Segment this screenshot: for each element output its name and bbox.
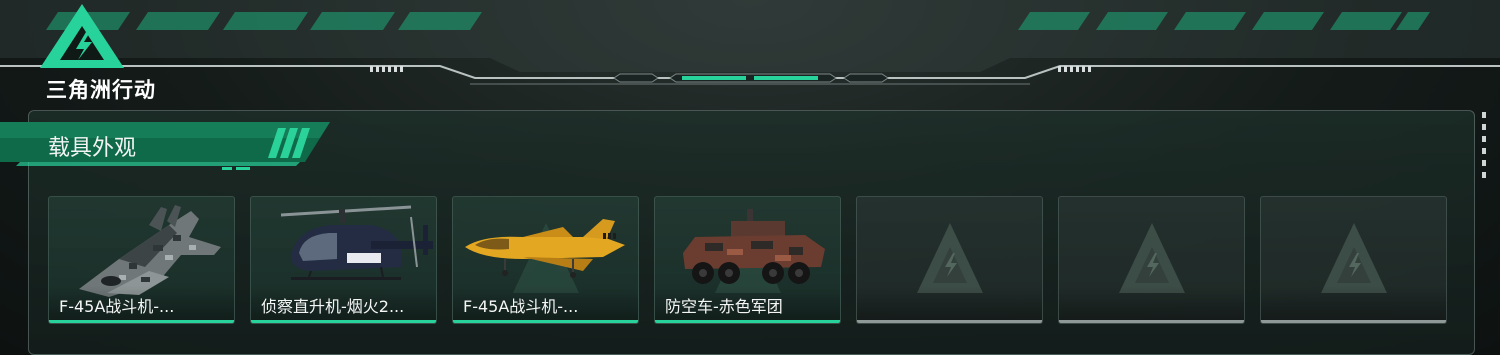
game-logo-text: 三角洲行动: [46, 78, 156, 102]
card-shade: [1261, 286, 1446, 320]
vehicle-skin-name: F-45A战斗机-...: [463, 297, 579, 316]
top-hud-bar: [0, 0, 1500, 85]
rarity-bar: [1059, 320, 1244, 323]
rarity-bar: [251, 320, 436, 323]
vehicle-skin-card[interactable]: F-45A战斗机-...: [452, 196, 639, 324]
empty-skin-slot[interactable]: [856, 196, 1043, 324]
vehicle-skin-name: F-45A战斗机-...: [59, 297, 175, 316]
rarity-bar: [655, 320, 840, 323]
empty-skin-slot[interactable]: [1260, 196, 1447, 324]
rarity-bar: [1261, 320, 1446, 323]
empty-skin-slot[interactable]: [1058, 196, 1245, 324]
vehicle-skin-card[interactable]: 防空车-赤色军团: [654, 196, 841, 324]
vehicle-skin-name: 侦察直升机-烟火2...: [261, 297, 405, 316]
rarity-bar: [453, 320, 638, 323]
rarity-bar: [857, 320, 1042, 323]
vehicle-skin-name: 防空车-赤色军团: [665, 297, 783, 316]
card-shade: [1059, 286, 1244, 320]
vehicle-skin-card[interactable]: F-45A战斗机-...: [48, 196, 235, 324]
card-shade: [857, 286, 1042, 320]
scroll-indicator[interactable]: [1481, 110, 1487, 180]
vehicle-skin-card[interactable]: 侦察直升机-烟火2...: [250, 196, 437, 324]
section-title: 载具外观: [48, 136, 137, 161]
rarity-bar: [49, 320, 234, 323]
